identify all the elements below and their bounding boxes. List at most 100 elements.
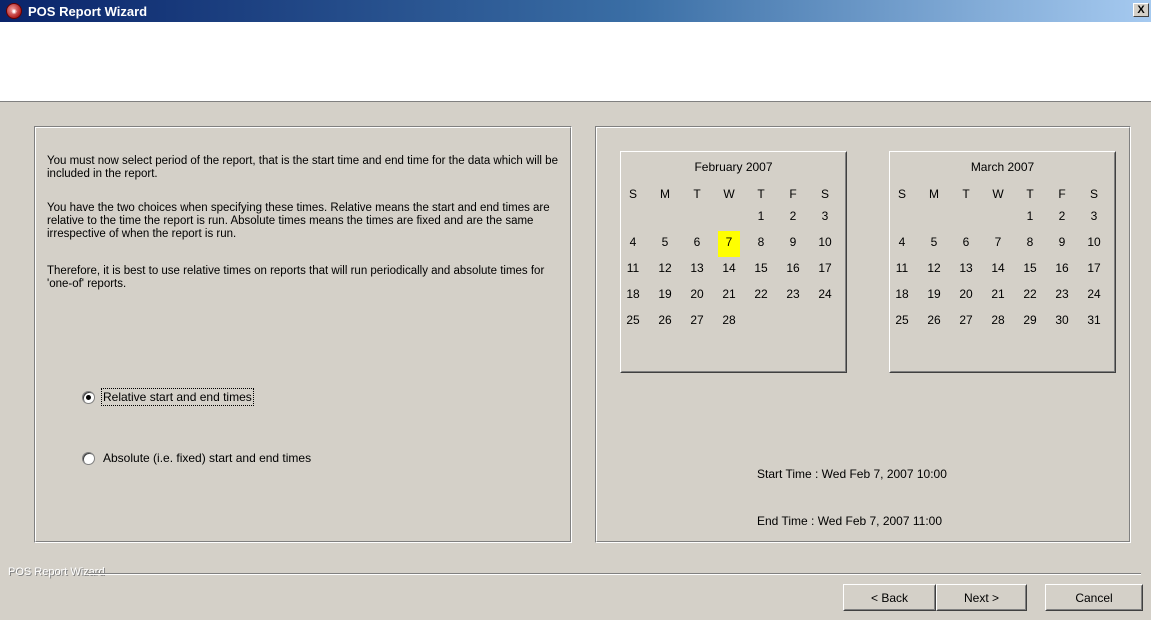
calendar-day-selected[interactable]: 7 [718, 231, 740, 257]
calendar-day[interactable]: 26 [923, 309, 945, 335]
back-button[interactable]: < Back [843, 584, 936, 611]
calendar-day[interactable]: 24 [814, 283, 836, 309]
window-title: POS Report Wizard [28, 3, 148, 19]
calendar-week-row: 123 [891, 205, 1116, 231]
calendar-day[interactable]: 11 [891, 257, 913, 283]
calendar-day[interactable]: 18 [891, 283, 913, 309]
calendar-day[interactable]: 28 [718, 309, 740, 335]
day-of-week-label: M [929, 187, 939, 201]
day-of-week-label: W [723, 187, 735, 201]
calendar-day[interactable]: 13 [955, 257, 977, 283]
day-of-week-label: S [628, 187, 637, 201]
calendar-week-row: 123 [622, 205, 847, 231]
relative-times-radio[interactable] [82, 390, 95, 404]
calendar-day[interactable]: 30 [1051, 309, 1073, 335]
relative-times-label[interactable]: Relative start and end times [101, 388, 254, 406]
calendar-day[interactable]: 2 [1051, 205, 1073, 231]
calendar-day[interactable]: 21 [718, 283, 740, 309]
calendar-day[interactable]: 21 [987, 283, 1009, 309]
calendar-day[interactable]: 11 [622, 257, 644, 283]
calendar-day[interactable]: 7 [987, 231, 1009, 257]
calendar-day[interactable]: 8 [750, 231, 772, 257]
calendar-day[interactable]: 14 [718, 257, 740, 283]
calendar-day[interactable]: 16 [1051, 257, 1073, 283]
calendar-day[interactable]: 25 [622, 309, 644, 335]
calendar-day[interactable]: 9 [1051, 231, 1073, 257]
calendar-empty-cell [923, 205, 945, 231]
calendar-day[interactable]: 1 [1019, 205, 1041, 231]
calendar-day[interactable]: 10 [814, 231, 836, 257]
calendar-day[interactable]: 4 [891, 231, 913, 257]
calendar-day[interactable]: 25 [891, 309, 913, 335]
calendar-day[interactable]: 2 [782, 205, 804, 231]
calendar-day[interactable]: 20 [955, 283, 977, 309]
calendar-day[interactable]: 24 [1083, 283, 1105, 309]
day-of-week-label: T [757, 187, 765, 201]
calendar-day[interactable]: 3 [1083, 205, 1105, 231]
calendar-february[interactable]: February 2007 S M T W T F S 1 2 3 4 5 6 7 8 9 10 11 12 13 14… [620, 151, 847, 373]
info-paragraph-1: You must now select period of the report… [47, 155, 558, 180]
day-of-week-label: F [1058, 187, 1066, 201]
calendar-day[interactable]: 28 [987, 309, 1009, 335]
calendar-day[interactable]: 3 [814, 205, 836, 231]
calendar-day[interactable]: 17 [814, 257, 836, 283]
end-time-text: End Time : Wed Feb 7, 2007 11:00 [757, 514, 943, 528]
day-of-week-header: SMTWTFS [622, 185, 847, 203]
cancel-button[interactable]: Cancel [1045, 584, 1143, 611]
calendar-day[interactable]: 9 [782, 231, 804, 257]
info-paragraph-3: Therefore, it is best to use relative ti… [47, 265, 545, 290]
calendar-day[interactable]: 19 [923, 283, 945, 309]
calendar-day[interactable]: 27 [686, 309, 708, 335]
absolute-times-option[interactable]: Absolute (i.e. fixed) start and end time… [82, 451, 311, 465]
calendar-day[interactable]: 17 [1083, 257, 1105, 283]
absolute-times-label[interactable]: Absolute (i.e. fixed) start and end time… [103, 451, 311, 465]
calendar-day[interactable]: 23 [782, 283, 804, 309]
calendar-day[interactable]: 1 [750, 205, 772, 231]
close-button[interactable]: X [1133, 3, 1149, 17]
calendar-day[interactable]: 6 [686, 231, 708, 257]
calendar-day[interactable]: 22 [750, 283, 772, 309]
calendar-day[interactable]: 4 [622, 231, 644, 257]
day-of-week-label: T [962, 187, 970, 201]
calendar-day[interactable]: 31 [1083, 309, 1105, 335]
calendar-march[interactable]: March 2007 S M T W T F S 1 2 3 4 5 6 7 8 9 10 11 12 13 14 15 1… [889, 151, 1116, 373]
app-logo-icon: ◉ [6, 3, 22, 19]
calendar-day[interactable]: 29 [1019, 309, 1041, 335]
day-of-week-label: S [820, 187, 829, 201]
calendar-day[interactable]: 15 [1019, 257, 1041, 283]
calendar-grid: S M T W T F S 1 2 3 4 5 6 7 8 9 10 11 12 13 14 15 16 17 18 19 20 21… [891, 185, 1116, 335]
day-of-week-label: M [660, 187, 670, 201]
calendar-day[interactable]: 23 [1051, 283, 1073, 309]
calendar-day[interactable]: 15 [750, 257, 772, 283]
calendar-empty-cell [955, 205, 977, 231]
calendar-day[interactable]: 18 [622, 283, 644, 309]
calendar-empty-cell [750, 309, 772, 335]
calendar-day[interactable]: 10 [1083, 231, 1105, 257]
calendar-day[interactable]: 5 [923, 231, 945, 257]
relative-times-option[interactable]: Relative start and end times [82, 388, 254, 406]
day-of-week-header: SMTWTFS [891, 185, 1116, 203]
next-button[interactable]: Next > [936, 584, 1027, 611]
calendar-day[interactable]: 27 [955, 309, 977, 335]
calendar-day[interactable]: 26 [654, 309, 676, 335]
calendar-week-row: 18 19 20 21 22 23 24 [622, 283, 847, 309]
calendar-day[interactable]: 8 [1019, 231, 1041, 257]
calendar-day[interactable]: 14 [987, 257, 1009, 283]
calendar-day[interactable]: 12 [654, 257, 676, 283]
day-of-week-label: F [789, 187, 797, 201]
calendar-day[interactable]: 12 [923, 257, 945, 283]
calendar-day[interactable]: 6 [955, 231, 977, 257]
calendar-day[interactable]: 16 [782, 257, 804, 283]
day-of-week-label: T [1026, 187, 1034, 201]
calendar-day[interactable]: 20 [686, 283, 708, 309]
calendar-week-row: 25 26 27 28 29 30 31 [891, 309, 1116, 335]
calendar-day[interactable]: 13 [686, 257, 708, 283]
calendar-day[interactable]: 22 [1019, 283, 1041, 309]
calendar-day[interactable]: 5 [654, 231, 676, 257]
absolute-times-radio[interactable] [82, 451, 95, 465]
day-of-week-label: T [693, 187, 701, 201]
calendar-empty-cell [654, 205, 676, 231]
calendar-title: March 2007 [970, 160, 1035, 174]
calendar-empty-cell [622, 205, 644, 231]
calendar-day[interactable]: 19 [654, 283, 676, 309]
